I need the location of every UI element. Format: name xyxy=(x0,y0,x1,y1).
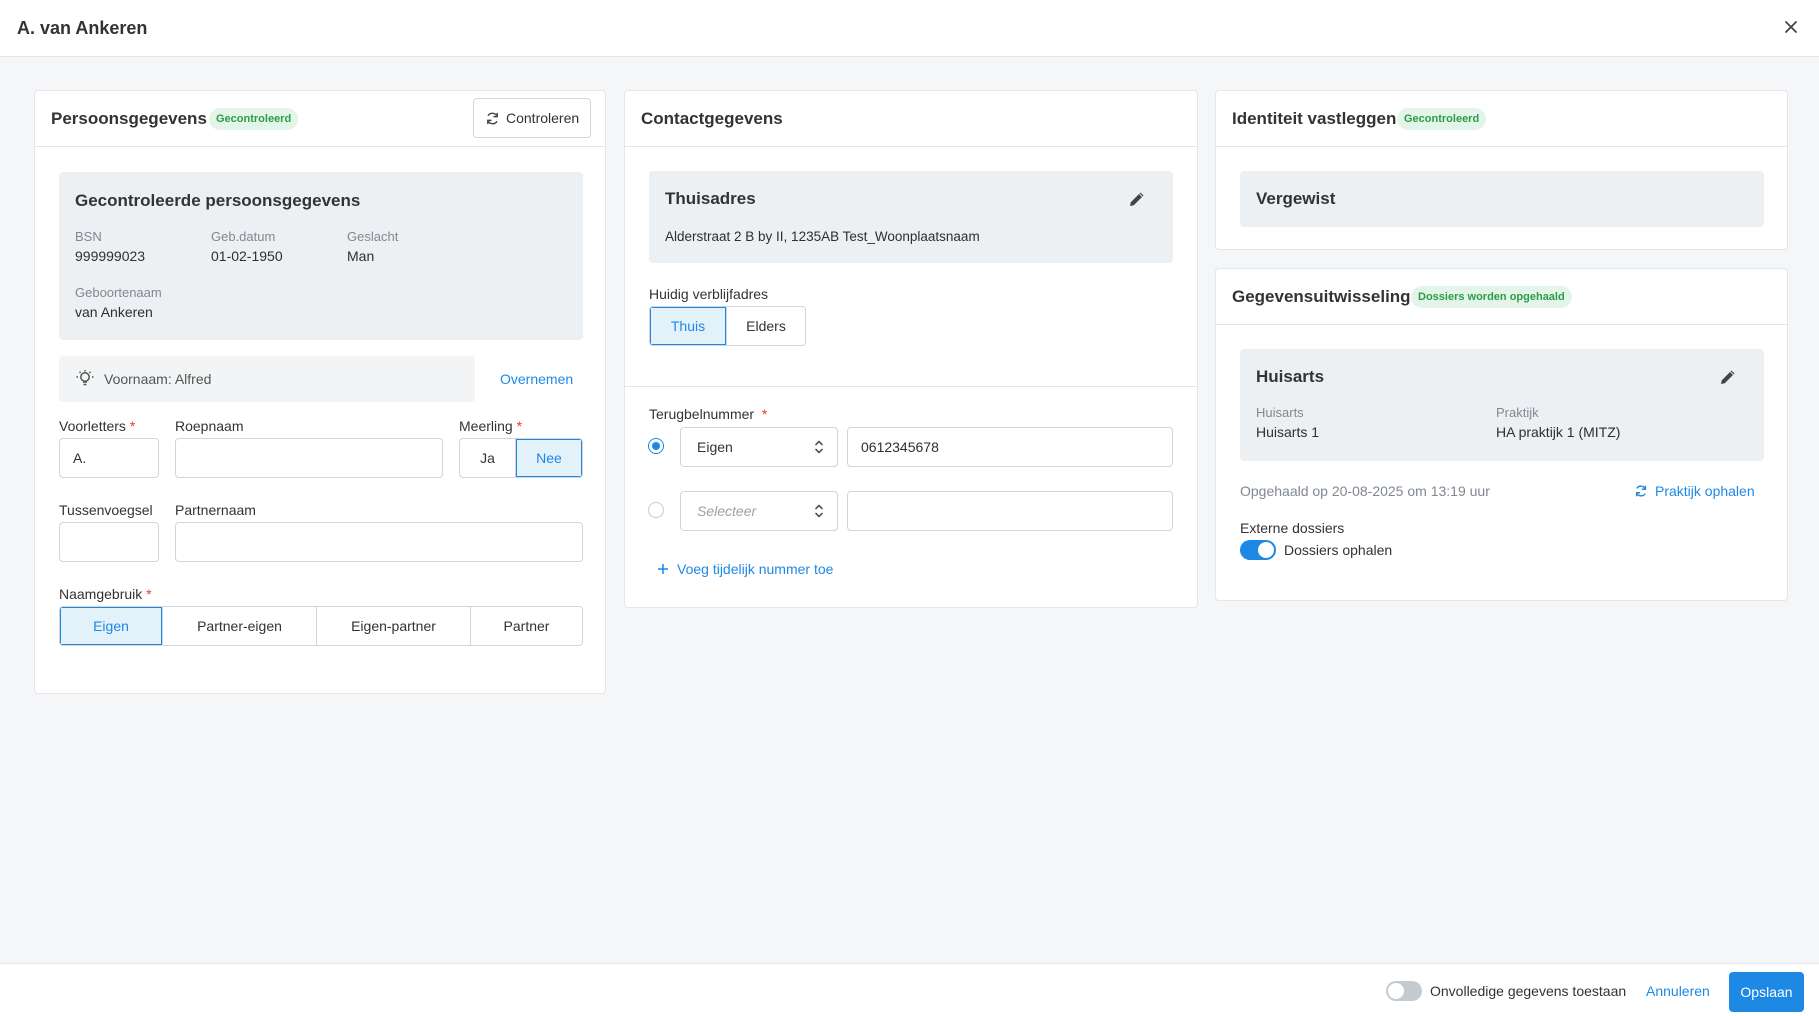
identiteit-status: Vergewist xyxy=(1256,189,1336,208)
naamgebruik-partner[interactable]: Partner xyxy=(471,607,582,645)
externe-dossiers-label: Externe dossiers xyxy=(1240,520,1345,536)
huisarts-label: Huisarts xyxy=(1256,405,1304,420)
roepnaam-label: Roepnaam xyxy=(175,418,244,434)
naamgebruik-label: Naamgebruik * xyxy=(59,586,152,602)
save-button[interactable]: Opslaan xyxy=(1729,972,1804,1012)
refresh-icon xyxy=(487,112,498,125)
dossiers-ophalen-toggle[interactable] xyxy=(1240,540,1276,560)
controleren-button[interactable]: Controleren xyxy=(473,98,591,138)
roepnaam-input[interactable] xyxy=(175,438,443,478)
identiteit-card: Identiteit vastleggen Gecontroleerd Verg… xyxy=(1215,90,1788,250)
terugbel-type-select-2[interactable]: Selecteer xyxy=(680,491,838,531)
status-badge: Gecontroleerd xyxy=(1397,108,1487,130)
huisarts-panel: Huisarts Huisarts Huisarts 1 Praktijk HA… xyxy=(1240,349,1764,461)
geslacht-value: Man xyxy=(347,248,375,264)
identiteit-panel: Vergewist xyxy=(1240,171,1764,227)
verblijfadres-toggle: Thuis Elders xyxy=(649,306,806,346)
thuisadres-title: Thuisadres xyxy=(665,189,756,208)
huisarts-value: Huisarts 1 xyxy=(1256,424,1320,440)
suggestion-text: Voornaam: Alfred xyxy=(104,371,212,387)
identiteit-header: Identiteit vastleggen Gecontroleerd xyxy=(1216,91,1787,147)
naamgebruik-eigen-partner[interactable]: Eigen-partner xyxy=(317,607,471,645)
section-divider xyxy=(625,386,1197,387)
plus-icon xyxy=(658,564,668,574)
naamgebruik-partner-eigen[interactable]: Partner-eigen xyxy=(163,607,317,645)
meerling-ja[interactable]: Ja xyxy=(460,439,516,477)
terugbel-number-input-2[interactable] xyxy=(847,491,1173,531)
contactgegevens-title: Contactgegevens xyxy=(641,109,783,128)
partnernaam-input[interactable] xyxy=(175,522,583,562)
contactgegevens-card: Contactgegevens Thuisadres Alderstraat 2… xyxy=(624,90,1198,608)
suggestion-box: Voornaam: Alfred xyxy=(59,356,475,402)
gegevensuitwisseling-card: Gegevensuitwisseling Dossiers worden opg… xyxy=(1215,268,1788,601)
naamgebruik-toggle: Eigen Partner-eigen Eigen-partner Partne… xyxy=(59,606,583,646)
fetched-info: Opgehaald op 20-08-2025 om 13:19 uur xyxy=(1240,483,1490,499)
incomplete-data-label: Onvolledige gegevens toestaan xyxy=(1430,983,1627,999)
gebdatum-label: Geb.datum xyxy=(211,229,276,244)
geslacht-label: Geslacht xyxy=(347,229,399,244)
status-badge: Dossiers worden opgehaald xyxy=(1411,286,1572,308)
meerling-nee[interactable]: Nee xyxy=(516,439,582,477)
verblijfadres-label: Huidig verblijfadres xyxy=(649,286,769,302)
voorletters-label: Voorletters * xyxy=(59,418,136,434)
refresh-icon xyxy=(1635,485,1647,497)
add-number-label: Voeg tijdelijk nummer toe xyxy=(677,561,834,577)
contactgegevens-header: Contactgegevens xyxy=(625,91,1197,147)
cancel-button[interactable]: Annuleren xyxy=(1646,983,1710,999)
gecontroleerde-panel: Gecontroleerde persoonsgegevens BSN 9999… xyxy=(59,172,583,340)
thuisadres-panel: Thuisadres Alderstraat 2 B by II, 1235AB… xyxy=(649,171,1173,263)
gegevensuitwisseling-title: Gegevensuitwisseling xyxy=(1232,287,1411,306)
partnernaam-label: Partnernaam xyxy=(175,502,256,518)
geboortenaam-label: Geboortenaam xyxy=(75,285,162,300)
verblijf-thuis[interactable]: Thuis xyxy=(650,307,727,345)
identiteit-title: Identiteit vastleggen xyxy=(1232,109,1397,128)
naamgebruik-eigen[interactable]: Eigen xyxy=(60,607,163,645)
terugbel-type-select-1[interactable]: Eigen xyxy=(680,427,838,467)
dialog-header: A. van Ankeren xyxy=(0,0,1819,57)
dialog-footer: Onvolledige gegevens toestaan Annuleren … xyxy=(0,963,1819,1016)
lightbulb-icon xyxy=(76,370,94,386)
tussenvoegsel-input[interactable] xyxy=(59,522,159,562)
chevron-updown-icon xyxy=(814,440,824,454)
meerling-label: Meerling * xyxy=(459,418,523,434)
toggle-knob xyxy=(1258,542,1274,558)
geboortenaam-value: van Ankeren xyxy=(75,304,153,320)
meerling-toggle: Ja Nee xyxy=(459,438,583,478)
praktijk-ophalen-label: Praktijk ophalen xyxy=(1655,483,1755,499)
address-line: Alderstraat 2 B by II, 1235AB Test_Woonp… xyxy=(665,229,980,244)
terugbel-radio-1[interactable] xyxy=(648,438,664,454)
edit-pencil-icon[interactable] xyxy=(1718,367,1738,387)
edit-pencil-icon[interactable] xyxy=(1127,189,1147,209)
terugbel-type-value-1: Eigen xyxy=(697,439,733,455)
terugbel-type-placeholder-2: Selecteer xyxy=(697,503,757,519)
bsn-label: BSN xyxy=(75,229,102,244)
terugbel-radio-2[interactable] xyxy=(648,502,664,518)
gebdatum-value: 01-02-1950 xyxy=(211,248,283,264)
persoonsgegevens-title: Persoonsgegevens xyxy=(51,109,207,128)
bsn-value: 999999023 xyxy=(75,248,146,264)
chevron-updown-icon xyxy=(814,504,824,518)
panel-title: Gecontroleerde persoonsgegevens xyxy=(75,191,361,210)
status-badge: Gecontroleerd xyxy=(209,108,299,130)
praktijk-value: HA praktijk 1 (MITZ) xyxy=(1496,424,1621,440)
terugbelnummer-label: Terugbelnummer * xyxy=(649,406,768,422)
overnemen-link[interactable]: Overnemen xyxy=(500,371,573,387)
toggle-knob xyxy=(1388,983,1404,999)
voorletters-input[interactable]: A. xyxy=(59,438,159,478)
controleren-label: Controleren xyxy=(506,110,580,126)
persoonsgegevens-header: Persoonsgegevens Gecontroleerd Controler… xyxy=(35,91,605,147)
praktijk-label: Praktijk xyxy=(1496,405,1539,420)
gegevensuitwisseling-header: Gegevensuitwisseling Dossiers worden opg… xyxy=(1216,269,1787,325)
close-icon[interactable] xyxy=(1781,17,1801,37)
huisarts-title: Huisarts xyxy=(1256,367,1325,386)
verblijf-elders[interactable]: Elders xyxy=(727,307,805,345)
terugbel-number-input-1[interactable]: 0612345678 xyxy=(847,427,1173,467)
dialog-title: A. van Ankeren xyxy=(17,18,148,38)
incomplete-data-toggle[interactable] xyxy=(1386,981,1422,1001)
tussenvoegsel-label: Tussenvoegsel xyxy=(59,502,153,518)
dossiers-ophalen-label: Dossiers ophalen xyxy=(1284,542,1393,558)
persoonsgegevens-card: Persoonsgegevens Gecontroleerd Controler… xyxy=(34,90,606,694)
